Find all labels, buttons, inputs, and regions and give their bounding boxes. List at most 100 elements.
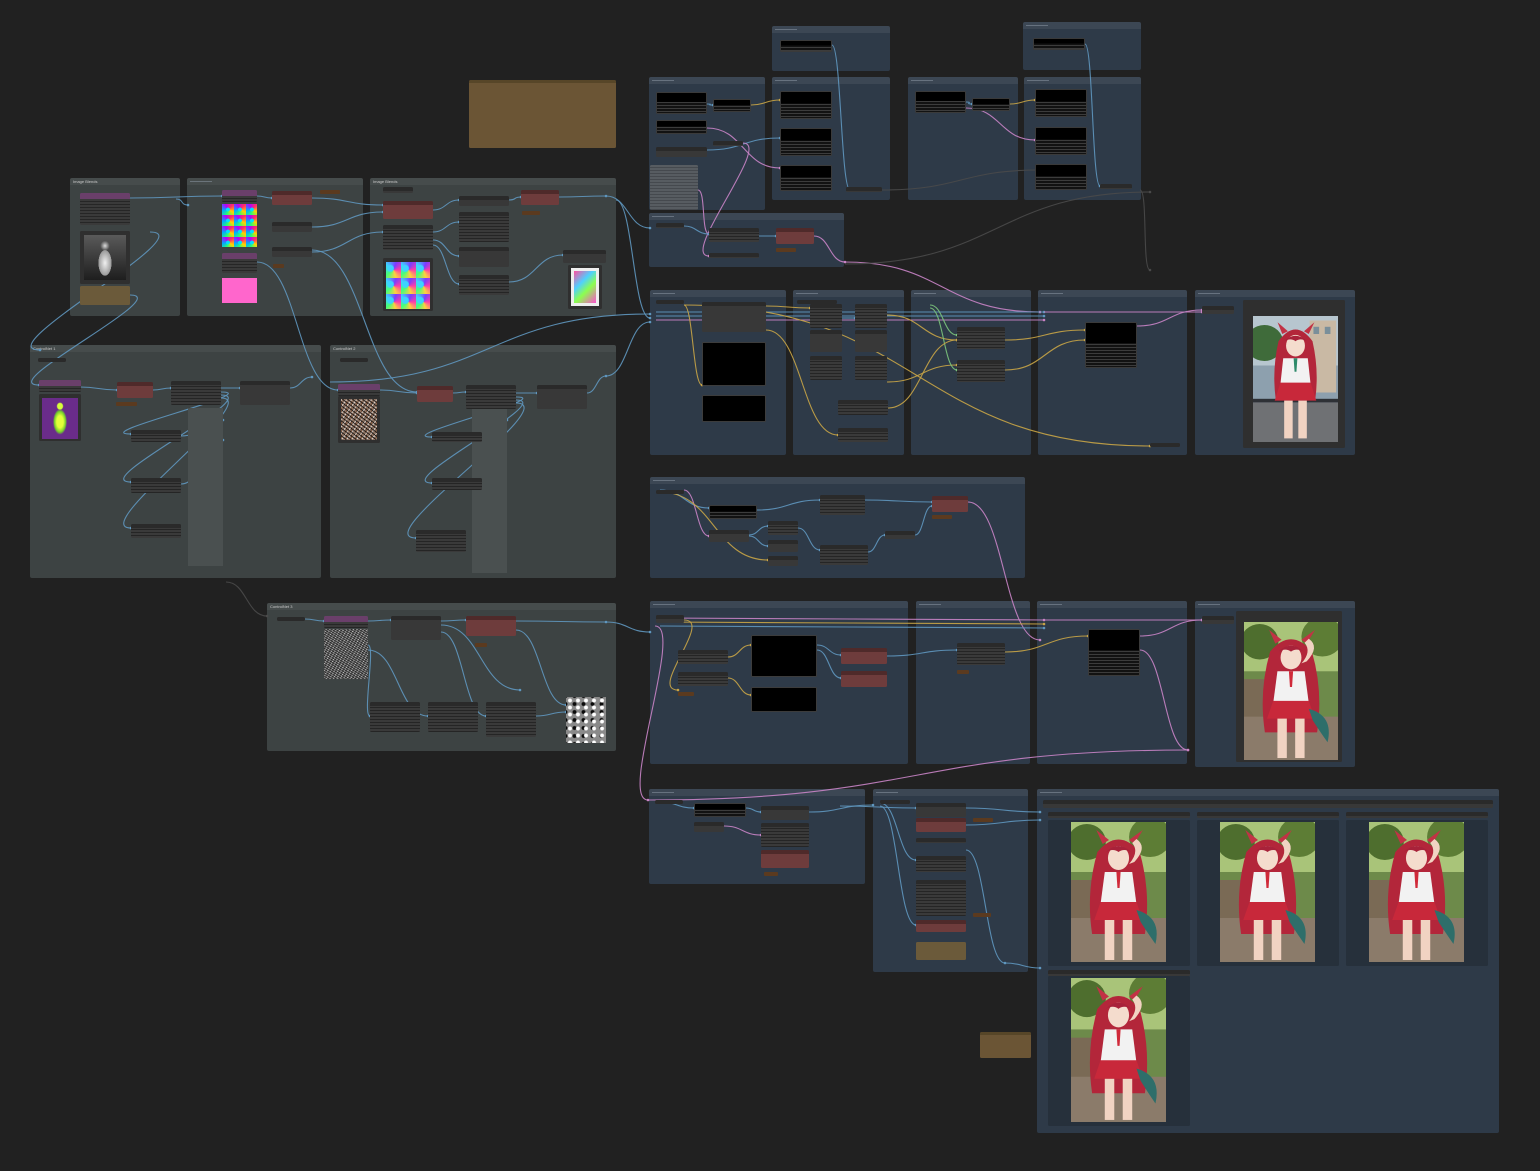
node[interactable] bbox=[916, 920, 966, 932]
collapsed-node[interactable] bbox=[973, 913, 991, 917]
node[interactable] bbox=[855, 304, 887, 328]
node[interactable] bbox=[957, 360, 1005, 382]
preview-node[interactable] bbox=[709, 505, 757, 519]
node[interactable] bbox=[916, 838, 966, 843]
node[interactable] bbox=[459, 247, 509, 267]
preview-node[interactable] bbox=[656, 92, 707, 114]
node[interactable] bbox=[846, 187, 882, 192]
node[interactable] bbox=[761, 823, 809, 847]
preview-node[interactable] bbox=[1035, 127, 1087, 155]
node[interactable] bbox=[820, 495, 865, 515]
collapsed-node[interactable] bbox=[522, 211, 540, 215]
collapsed-node[interactable] bbox=[764, 872, 778, 876]
node[interactable] bbox=[537, 385, 587, 409]
node[interactable] bbox=[656, 615, 684, 623]
node[interactable] bbox=[459, 196, 509, 206]
node[interactable] bbox=[916, 803, 966, 817]
node[interactable] bbox=[272, 247, 312, 257]
preview-node[interactable] bbox=[780, 128, 832, 156]
node[interactable] bbox=[761, 850, 809, 868]
load-image-node[interactable] bbox=[39, 380, 81, 392]
node-column[interactable] bbox=[188, 408, 223, 566]
node[interactable] bbox=[916, 856, 966, 872]
node[interactable] bbox=[277, 617, 305, 621]
node[interactable] bbox=[761, 806, 809, 820]
node[interactable] bbox=[820, 545, 868, 565]
node[interactable] bbox=[838, 400, 888, 415]
load-image-node[interactable] bbox=[222, 190, 257, 202]
node[interactable] bbox=[768, 540, 798, 552]
node[interactable] bbox=[916, 880, 966, 916]
node[interactable] bbox=[650, 165, 698, 210]
node[interactable] bbox=[885, 531, 915, 539]
load-image-node[interactable] bbox=[222, 253, 257, 273]
collapsed-node[interactable] bbox=[320, 190, 340, 194]
node[interactable] bbox=[383, 187, 413, 193]
node[interactable] bbox=[1100, 184, 1132, 189]
node[interactable] bbox=[838, 428, 888, 442]
node[interactable] bbox=[916, 942, 966, 960]
collapsed-node[interactable] bbox=[932, 515, 952, 519]
collapsed-node[interactable] bbox=[273, 264, 284, 268]
node[interactable] bbox=[1346, 812, 1488, 818]
preview-node[interactable] bbox=[1085, 322, 1137, 368]
node[interactable] bbox=[240, 381, 290, 405]
node[interactable] bbox=[432, 432, 482, 442]
node[interactable] bbox=[709, 530, 749, 542]
node[interactable] bbox=[841, 648, 887, 664]
node[interactable] bbox=[880, 800, 910, 804]
node[interactable] bbox=[432, 478, 482, 490]
preview-node[interactable] bbox=[702, 395, 766, 422]
node[interactable] bbox=[466, 616, 516, 636]
preview-node[interactable] bbox=[1035, 89, 1087, 117]
node[interactable] bbox=[768, 521, 798, 535]
node[interactable] bbox=[1197, 812, 1339, 818]
preview-node[interactable] bbox=[751, 687, 817, 712]
node[interactable] bbox=[932, 496, 968, 512]
load-image-node[interactable] bbox=[338, 384, 380, 396]
node[interactable] bbox=[656, 490, 684, 494]
node[interactable] bbox=[1202, 616, 1234, 624]
node[interactable] bbox=[417, 386, 453, 402]
node[interactable] bbox=[370, 702, 420, 732]
preview-node[interactable] bbox=[780, 165, 832, 191]
node[interactable] bbox=[171, 381, 221, 405]
node[interactable] bbox=[709, 228, 759, 242]
node[interactable] bbox=[810, 330, 842, 352]
node[interactable] bbox=[694, 822, 724, 832]
node[interactable] bbox=[810, 304, 842, 328]
node[interactable] bbox=[1043, 800, 1493, 808]
node[interactable] bbox=[459, 212, 509, 242]
node[interactable] bbox=[272, 191, 312, 205]
preview-node[interactable] bbox=[702, 342, 766, 386]
collapsed-node[interactable] bbox=[678, 692, 694, 696]
collapsed-node[interactable] bbox=[973, 818, 993, 822]
node[interactable] bbox=[855, 356, 887, 380]
node[interactable] bbox=[855, 330, 887, 352]
preview-node[interactable] bbox=[1033, 38, 1085, 50]
node[interactable] bbox=[486, 702, 536, 737]
load-image-node[interactable] bbox=[324, 616, 368, 628]
preview-node[interactable] bbox=[915, 91, 966, 113]
preview-node[interactable] bbox=[751, 635, 817, 677]
node[interactable] bbox=[38, 358, 66, 362]
node[interactable] bbox=[678, 672, 728, 686]
node[interactable] bbox=[957, 327, 1005, 349]
node[interactable] bbox=[713, 141, 743, 146]
preview-node[interactable] bbox=[1035, 164, 1087, 190]
node[interactable] bbox=[656, 223, 684, 228]
node[interactable] bbox=[272, 222, 312, 232]
preview-node[interactable] bbox=[780, 40, 832, 52]
load-image-node[interactable] bbox=[80, 193, 130, 225]
node[interactable] bbox=[131, 524, 181, 538]
node[interactable] bbox=[702, 302, 766, 332]
node[interactable] bbox=[117, 382, 153, 398]
node[interactable] bbox=[521, 190, 559, 205]
node[interactable] bbox=[131, 478, 181, 493]
node[interactable] bbox=[416, 530, 466, 552]
node[interactable] bbox=[678, 650, 728, 664]
node[interactable] bbox=[810, 356, 842, 380]
node[interactable] bbox=[80, 286, 130, 305]
preview-node[interactable] bbox=[972, 98, 1010, 111]
node[interactable] bbox=[428, 702, 478, 732]
